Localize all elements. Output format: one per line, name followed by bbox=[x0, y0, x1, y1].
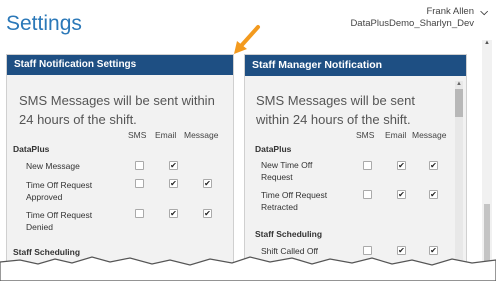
user-menu[interactable]: Frank Allen DataPlusDemo_Sharlyn_Dev bbox=[350, 6, 474, 30]
staff-notification-settings-panel: Staff Notification Settings SMS Messages… bbox=[6, 54, 234, 281]
chevron-down-icon[interactable]: ⌵ bbox=[480, 7, 488, 18]
orange-pointer-arrow-icon bbox=[234, 25, 260, 54]
page-scrollbar[interactable]: ▲ ▼ bbox=[482, 40, 492, 281]
column-message: Message bbox=[184, 130, 219, 140]
column-sms: SMS bbox=[128, 130, 147, 140]
checkbox-sms[interactable] bbox=[363, 161, 372, 170]
torn-edge bbox=[0, 256, 496, 281]
row-time-off-denied: Time Off Request Denied bbox=[26, 210, 93, 232]
checkbox-message[interactable]: ✔ bbox=[429, 161, 438, 170]
checkbox-sms[interactable] bbox=[135, 209, 144, 218]
checkbox-email[interactable]: ✔ bbox=[169, 179, 178, 188]
row-time-off-retracted: Time Off Request Retracted bbox=[261, 190, 328, 212]
checkbox-sms[interactable] bbox=[363, 190, 372, 199]
section-dataplus: DataPlus bbox=[255, 144, 292, 154]
checkbox-message[interactable]: ✔ bbox=[429, 190, 438, 199]
org-name: DataPlusDemo_Sharlyn_Dev bbox=[350, 18, 474, 29]
sms-intro-text: SMS Messages will be sent within 24 hour… bbox=[19, 93, 215, 127]
scroll-up-icon[interactable]: ▲ bbox=[456, 81, 462, 87]
section-staff-scheduling: Staff Scheduling bbox=[255, 229, 323, 239]
checkbox-message[interactable]: ✔ bbox=[203, 209, 212, 218]
user-name: Frank Allen bbox=[426, 6, 474, 17]
section-dataplus: DataPlus bbox=[13, 144, 50, 154]
row-time-off-approved: Time Off Request Approved bbox=[26, 180, 93, 202]
panel-title: Staff Manager Notification bbox=[245, 55, 466, 76]
column-email: Email bbox=[385, 130, 407, 140]
column-message: Message bbox=[412, 130, 447, 140]
checkbox-email[interactable]: ✔ bbox=[169, 209, 178, 218]
checkbox-email[interactable]: ✔ bbox=[397, 161, 406, 170]
checkbox-sms[interactable] bbox=[135, 161, 144, 170]
checkbox-message[interactable]: ✔ bbox=[203, 179, 212, 188]
scroll-up-icon[interactable]: ▲ bbox=[484, 40, 490, 46]
scrollbar-thumb[interactable] bbox=[455, 89, 463, 117]
checkbox-sms[interactable] bbox=[135, 179, 144, 188]
column-email: Email bbox=[155, 130, 177, 140]
staff-manager-notification-panel: Staff Manager Notification SMS Messages … bbox=[244, 54, 467, 281]
row-new-message: New Message bbox=[26, 161, 80, 171]
page-title: Settings bbox=[6, 12, 82, 35]
panel-title: Staff Notification Settings bbox=[7, 55, 233, 75]
row-new-time-off-request: New Time Off Request bbox=[261, 160, 313, 182]
sms-intro-text: SMS Messages will be sent within 24 hour… bbox=[256, 93, 415, 127]
checkbox-email[interactable]: ✔ bbox=[397, 190, 406, 199]
column-sms: SMS bbox=[356, 130, 375, 140]
checkbox-email[interactable]: ✔ bbox=[169, 161, 178, 170]
